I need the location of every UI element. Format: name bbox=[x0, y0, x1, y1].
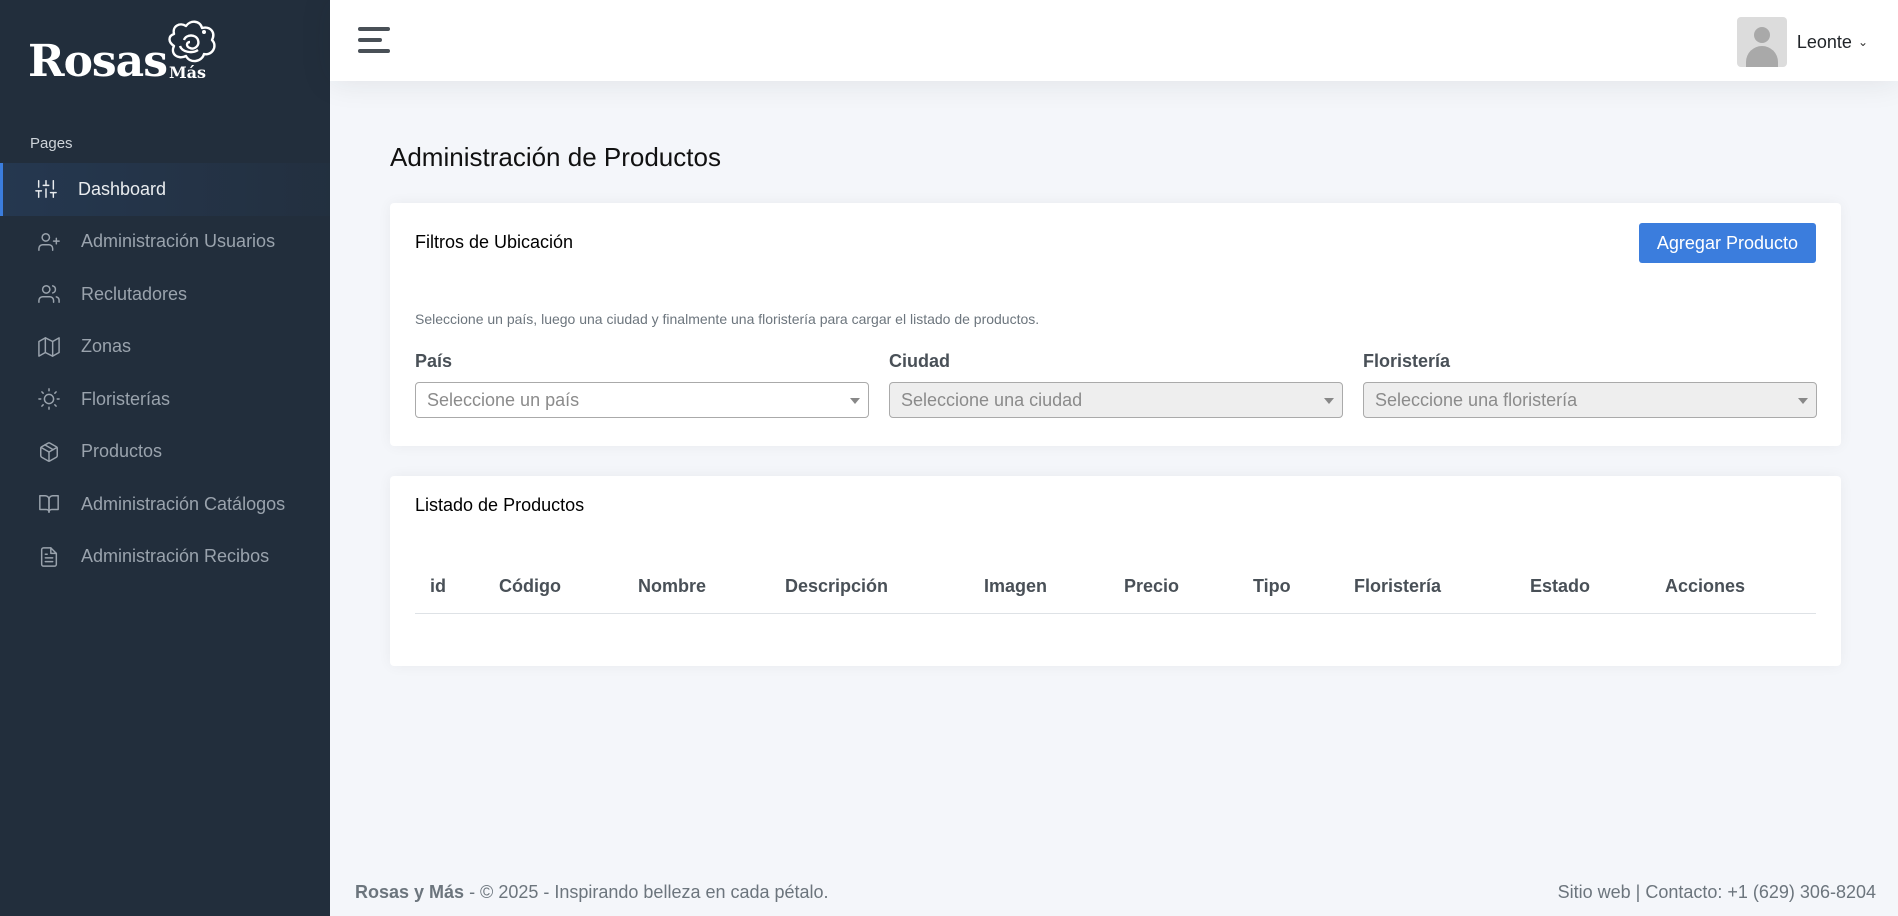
footer-separator: | bbox=[1635, 881, 1641, 902]
sidebar-item-label: Productos bbox=[81, 441, 163, 462]
sidebar-item-label: Administración Recibos bbox=[81, 546, 270, 567]
footer-brand: Rosas y Más bbox=[355, 881, 465, 902]
user-menu[interactable]: Leonte ⌄ bbox=[1736, 17, 1868, 67]
floristeria-select-value: Seleccione una floristería bbox=[1375, 389, 1578, 410]
dropdown-arrow-icon bbox=[1798, 398, 1808, 404]
rose-logo-icon bbox=[168, 20, 216, 63]
footer-site-link[interactable]: Sitio web bbox=[1558, 882, 1631, 902]
floristeria-label: Floristería bbox=[1363, 351, 1451, 371]
dropdown-arrow-icon bbox=[1324, 398, 1334, 404]
sidebar-nav: Dashboard Administración Usuarios Reclut… bbox=[0, 163, 330, 583]
column-header-precio[interactable]: Precio bbox=[1109, 561, 1238, 614]
column-header-estado[interactable]: Estado bbox=[1515, 561, 1650, 614]
sliders-icon bbox=[34, 177, 58, 201]
sidebar-toggle-icon[interactable] bbox=[358, 27, 390, 53]
sidebar-item-productos[interactable]: Productos bbox=[0, 426, 330, 479]
column-header-descripcion[interactable]: Descripción bbox=[770, 561, 969, 614]
sidebar-item-reclutadores[interactable]: Reclutadores bbox=[0, 268, 330, 321]
footer: Rosas y Más - © 2025 - Inspirando bellez… bbox=[330, 868, 1898, 916]
column-header-tipo[interactable]: Tipo bbox=[1238, 561, 1339, 614]
user-name: Leonte bbox=[1796, 31, 1852, 52]
pais-field: País Seleccione un país bbox=[415, 351, 869, 418]
page-title: Administración de Productos bbox=[390, 142, 721, 172]
ciudad-label: Ciudad bbox=[889, 351, 950, 371]
add-product-button[interactable]: Agregar Producto bbox=[1638, 223, 1816, 263]
footer-contact-link[interactable]: Contacto: +1 (629) 306-8204 bbox=[1645, 882, 1876, 902]
sidebar-item-dashboard[interactable]: Dashboard bbox=[0, 163, 330, 216]
package-icon bbox=[37, 440, 61, 464]
products-list-title: Listado de Productos bbox=[415, 495, 585, 515]
sidebar-item-label: Floristerías bbox=[81, 388, 171, 409]
users-icon bbox=[37, 282, 61, 306]
filters-card: Filtros de Ubicación Agregar Producto Se… bbox=[390, 203, 1841, 446]
column-header-floristeria[interactable]: Floristería bbox=[1339, 561, 1515, 614]
sidebar-item-label: Administración Catálogos bbox=[81, 493, 286, 514]
sidebar-item-recibos[interactable]: Administración Recibos bbox=[0, 531, 330, 584]
column-header-acciones[interactable]: Acciones bbox=[1650, 561, 1816, 614]
file-text-icon bbox=[37, 545, 61, 569]
sidebar-item-label: Dashboard bbox=[78, 178, 167, 199]
pais-select-value: Seleccione un país bbox=[427, 389, 580, 410]
map-icon bbox=[37, 335, 61, 359]
dropdown-arrow-icon bbox=[850, 398, 860, 404]
ciudad-select: Seleccione una ciudad bbox=[889, 382, 1343, 418]
ciudad-field: Ciudad Seleccione una ciudad bbox=[889, 351, 1343, 418]
sidebar-item-label: Zonas bbox=[81, 336, 132, 357]
avatar bbox=[1736, 17, 1787, 67]
sidebar: Rosas Más Pages Dashboard Administración… bbox=[0, 0, 330, 916]
topbar: Leonte ⌄ bbox=[330, 0, 1898, 81]
chevron-down-icon: ⌄ bbox=[1857, 35, 1868, 49]
column-header-imagen[interactable]: Imagen bbox=[969, 561, 1109, 614]
brand-name: Rosas bbox=[28, 36, 168, 87]
floristeria-field: Floristería Seleccione una floristería bbox=[1363, 351, 1817, 418]
sidebar-item-zonas[interactable]: Zonas bbox=[0, 321, 330, 374]
column-header-id[interactable]: id bbox=[415, 561, 484, 614]
footer-right: Sitio web | Contacto: +1 (629) 306-8204 bbox=[1558, 882, 1876, 903]
sidebar-item-catalogos[interactable]: Administración Catálogos bbox=[0, 478, 330, 531]
footer-copyright: - © 2025 - Inspirando belleza en cada pé… bbox=[464, 881, 829, 902]
sidebar-item-label: Administración Usuarios bbox=[81, 231, 276, 252]
footer-left: Rosas y Más - © 2025 - Inspirando bellez… bbox=[355, 882, 829, 903]
pais-select[interactable]: Seleccione un país bbox=[415, 382, 869, 418]
filters-title: Filtros de Ubicación bbox=[415, 232, 574, 252]
table-header-row: id Código Nombre Descripción Imagen Prec… bbox=[415, 561, 1816, 614]
sidebar-item-floristerias[interactable]: Floristerías bbox=[0, 373, 330, 426]
filters-help-text: Seleccione un país, luego una ciudad y f… bbox=[415, 311, 1040, 327]
sidebar-item-label: Reclutadores bbox=[81, 283, 188, 304]
products-list-card: Listado de Productos id Código Nombre De… bbox=[390, 476, 1841, 666]
user-plus-icon bbox=[37, 230, 61, 254]
column-header-codigo[interactable]: Código bbox=[484, 561, 623, 614]
products-table: id Código Nombre Descripción Imagen Prec… bbox=[415, 561, 1816, 614]
book-open-icon bbox=[37, 492, 61, 516]
column-header-nombre[interactable]: Nombre bbox=[623, 561, 770, 614]
pais-label: País bbox=[415, 351, 453, 371]
sidebar-header: Pages bbox=[30, 135, 73, 152]
sidebar-item-usuarios[interactable]: Administración Usuarios bbox=[0, 216, 330, 269]
sun-icon bbox=[37, 387, 61, 411]
brand-logo[interactable]: Rosas Más bbox=[28, 20, 216, 87]
ciudad-select-value: Seleccione una ciudad bbox=[901, 389, 1083, 410]
floristeria-select: Seleccione una floristería bbox=[1363, 382, 1817, 418]
